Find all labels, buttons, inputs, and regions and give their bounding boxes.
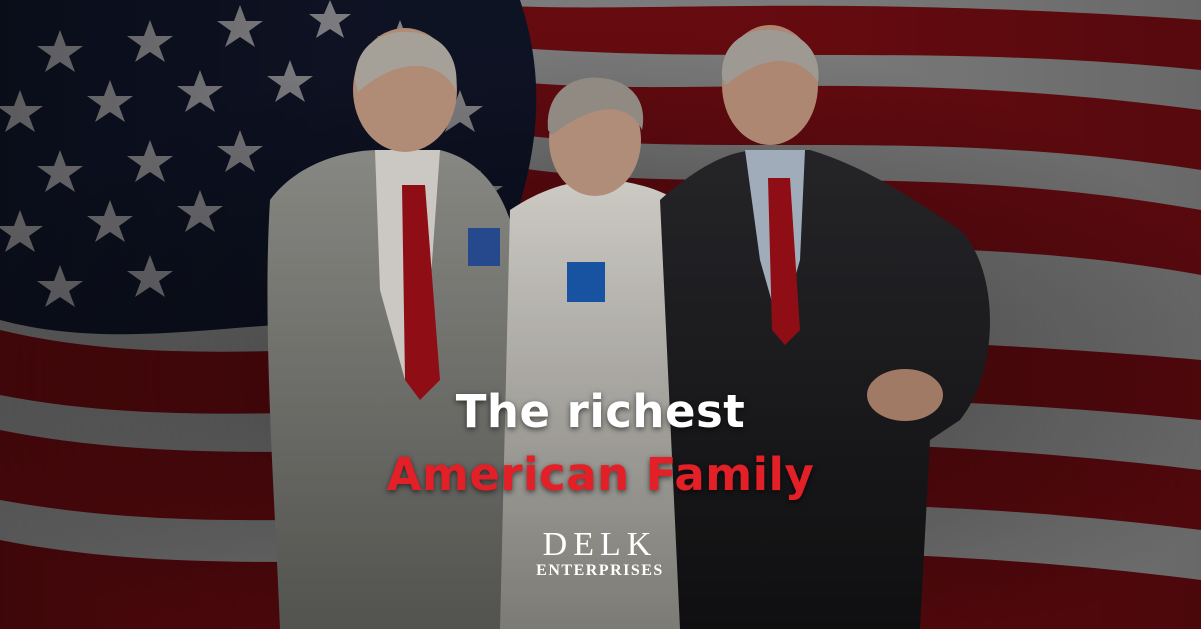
poster: The richest American Family DELK ENTERPR… [0, 0, 1201, 629]
headline-line-2: American Family [386, 448, 815, 501]
logo-word-enterprises: ENTERPRISES [536, 562, 664, 579]
headline-line-1: The richest [455, 385, 746, 438]
logo-word-delk: DELK [542, 526, 658, 563]
delk-enterprises-logo: DELK ENTERPRISES [500, 528, 700, 580]
